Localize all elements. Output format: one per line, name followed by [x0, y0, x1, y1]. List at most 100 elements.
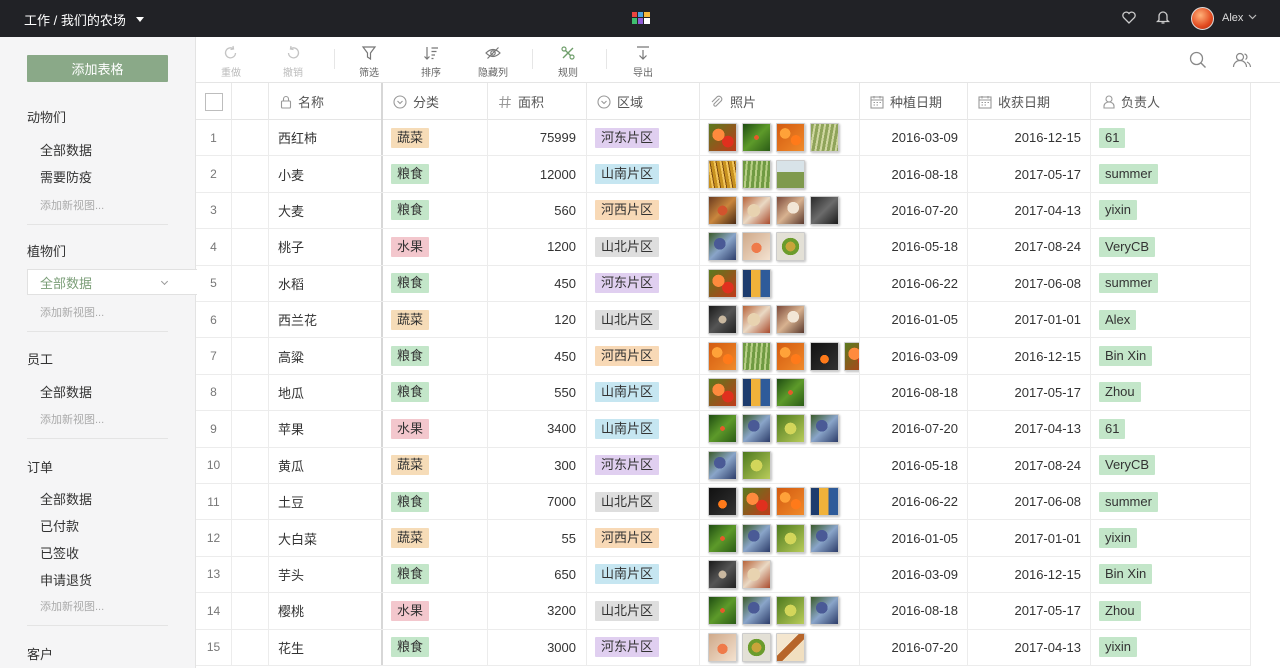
row-expand-cell[interactable] [232, 411, 269, 447]
cell-area[interactable]: 75999 [488, 120, 587, 156]
workspace-switcher[interactable]: 工作 / 我们的农场 [24, 10, 144, 29]
cell-owner[interactable]: yixin [1091, 629, 1251, 665]
section-title-plants[interactable]: 植物们 [27, 241, 66, 260]
cell-plant-date[interactable]: 2016-01-05 [860, 520, 968, 556]
cell-photo[interactable] [700, 156, 860, 192]
cell-area[interactable]: 120 [488, 302, 587, 338]
cell-photo[interactable] [700, 593, 860, 629]
cell-plant-date[interactable]: 2016-05-18 [860, 447, 968, 483]
cell-name[interactable]: 桃子 [269, 229, 383, 265]
sidebar-item-orders-refund[interactable]: 申请退货 [40, 570, 92, 589]
cell-plant-date[interactable]: 2016-08-18 [860, 593, 968, 629]
add-table-button[interactable]: 添加表格 [27, 55, 168, 82]
cell-region[interactable]: 河东片区 [587, 629, 700, 665]
cell-area[interactable]: 7000 [488, 484, 587, 520]
bell-icon[interactable] [1156, 10, 1170, 25]
export-button[interactable]: 导出 [633, 45, 653, 79]
photo-thumbnail[interactable] [708, 523, 737, 553]
row-expand-cell[interactable] [232, 229, 269, 265]
photo-thumbnail[interactable] [810, 341, 839, 371]
table-row[interactable]: 5 水稻 粮食 450 河东片区 2016-06-22 2017-06-08 summer [196, 265, 1251, 302]
cell-area[interactable]: 550 [488, 374, 587, 411]
cell-photo[interactable] [700, 484, 860, 520]
cell-photo[interactable] [700, 411, 860, 447]
cell-category[interactable]: 粮食 [383, 192, 488, 229]
column-header-owner[interactable]: 负责人 [1091, 83, 1251, 120]
add-view-link[interactable]: 添加新视图... [40, 304, 104, 320]
cell-region[interactable]: 山南片区 [587, 374, 700, 411]
cell-name[interactable]: 樱桃 [269, 593, 383, 629]
cell-name[interactable]: 高粱 [269, 338, 383, 374]
row-expand-cell[interactable] [232, 520, 269, 556]
cell-region[interactable]: 山南片区 [587, 556, 700, 593]
photo-thumbnail[interactable] [810, 414, 839, 444]
photo-thumbnail[interactable] [776, 377, 805, 407]
cell-category[interactable]: 水果 [383, 229, 488, 265]
cell-harvest-date[interactable]: 2017-08-24 [968, 229, 1091, 265]
cell-photo[interactable] [700, 192, 860, 229]
cell-region[interactable]: 山南片区 [587, 411, 700, 447]
column-header-name[interactable]: 名称 [269, 83, 383, 120]
table-row[interactable]: 10 黄瓜 蔬菜 300 河东片区 2016-05-18 2017-08-24 VeryCB [196, 447, 1251, 484]
cell-owner[interactable]: Bin Xin [1091, 556, 1251, 593]
cell-photo[interactable] [700, 120, 860, 156]
cell-area[interactable]: 55 [488, 520, 587, 556]
cell-harvest-date[interactable]: 2017-06-08 [968, 265, 1091, 301]
select-all-checkbox[interactable] [204, 92, 223, 111]
cell-owner[interactable]: VeryCB [1091, 229, 1251, 265]
cell-harvest-date[interactable]: 2016-12-15 [968, 338, 1091, 374]
cell-owner[interactable]: summer [1091, 156, 1251, 192]
photo-thumbnail[interactable] [742, 377, 771, 407]
photo-thumbnail[interactable] [708, 632, 737, 662]
table-row[interactable]: 13 芋头 粮食 650 山南片区 2016-03-09 2016-12-15 Bin Xin [196, 556, 1251, 594]
cell-region[interactable]: 山北片区 [587, 302, 700, 338]
cell-name[interactable]: 地瓜 [269, 374, 383, 411]
cell-plant-date[interactable]: 2016-03-09 [860, 338, 968, 374]
photo-thumbnail[interactable] [776, 414, 805, 444]
table-row[interactable]: 8 地瓜 粮食 550 山南片区 2016-08-18 2017-05-17 Zhou [196, 374, 1251, 412]
cell-photo[interactable] [700, 374, 860, 411]
photo-thumbnail[interactable] [708, 596, 737, 626]
photo-thumbnail[interactable] [776, 305, 805, 335]
cell-harvest-date[interactable]: 2017-05-17 [968, 593, 1091, 629]
photo-thumbnail[interactable] [810, 596, 839, 626]
photo-thumbnail[interactable] [742, 305, 771, 335]
cell-owner[interactable]: yixin [1091, 192, 1251, 229]
photo-thumbnail[interactable] [708, 268, 737, 298]
cell-name[interactable]: 小麦 [269, 156, 383, 192]
photo-thumbnail[interactable] [810, 487, 839, 517]
photo-thumbnail[interactable] [708, 559, 737, 589]
cell-area[interactable]: 3400 [488, 411, 587, 447]
photo-thumbnail[interactable] [708, 159, 737, 189]
column-header-harvest-date[interactable]: 收获日期 [968, 83, 1091, 120]
cell-area[interactable]: 3000 [488, 629, 587, 665]
cell-category[interactable]: 粮食 [383, 556, 488, 593]
row-expand-cell[interactable] [232, 302, 269, 338]
cell-photo[interactable] [700, 629, 860, 665]
cell-category[interactable]: 粮食 [383, 374, 488, 411]
cell-harvest-date[interactable]: 2017-01-01 [968, 302, 1091, 338]
cell-harvest-date[interactable]: 2017-05-17 [968, 156, 1091, 192]
table-row[interactable]: 3 大麦 粮食 560 河西片区 2016-07-20 2017-04-13 yixin [196, 192, 1251, 230]
cell-owner[interactable]: Alex [1091, 302, 1251, 338]
sidebar-item-orders-received[interactable]: 已签收 [40, 543, 79, 562]
photo-thumbnail[interactable] [708, 377, 737, 407]
cell-category[interactable]: 蔬菜 [383, 447, 488, 483]
cell-plant-date[interactable]: 2016-05-18 [860, 229, 968, 265]
cell-plant-date[interactable]: 2016-07-20 [860, 192, 968, 229]
cell-region[interactable]: 山北片区 [587, 593, 700, 629]
search-icon[interactable] [1189, 51, 1207, 69]
row-expand-cell[interactable] [232, 120, 269, 156]
user-name[interactable]: Alex [1222, 12, 1243, 24]
photo-thumbnail[interactable] [708, 450, 737, 480]
photo-thumbnail[interactable] [810, 123, 839, 153]
cell-category[interactable]: 粮食 [383, 629, 488, 665]
row-expand-cell[interactable] [232, 265, 269, 301]
cell-photo[interactable] [700, 229, 860, 265]
cell-region[interactable]: 山北片区 [587, 229, 700, 265]
cell-area[interactable]: 1200 [488, 229, 587, 265]
cell-plant-date[interactable]: 2016-08-18 [860, 156, 968, 192]
cell-harvest-date[interactable]: 2016-12-15 [968, 556, 1091, 593]
photo-thumbnail[interactable] [776, 159, 805, 189]
add-view-link[interactable]: 添加新视图... [40, 197, 104, 213]
